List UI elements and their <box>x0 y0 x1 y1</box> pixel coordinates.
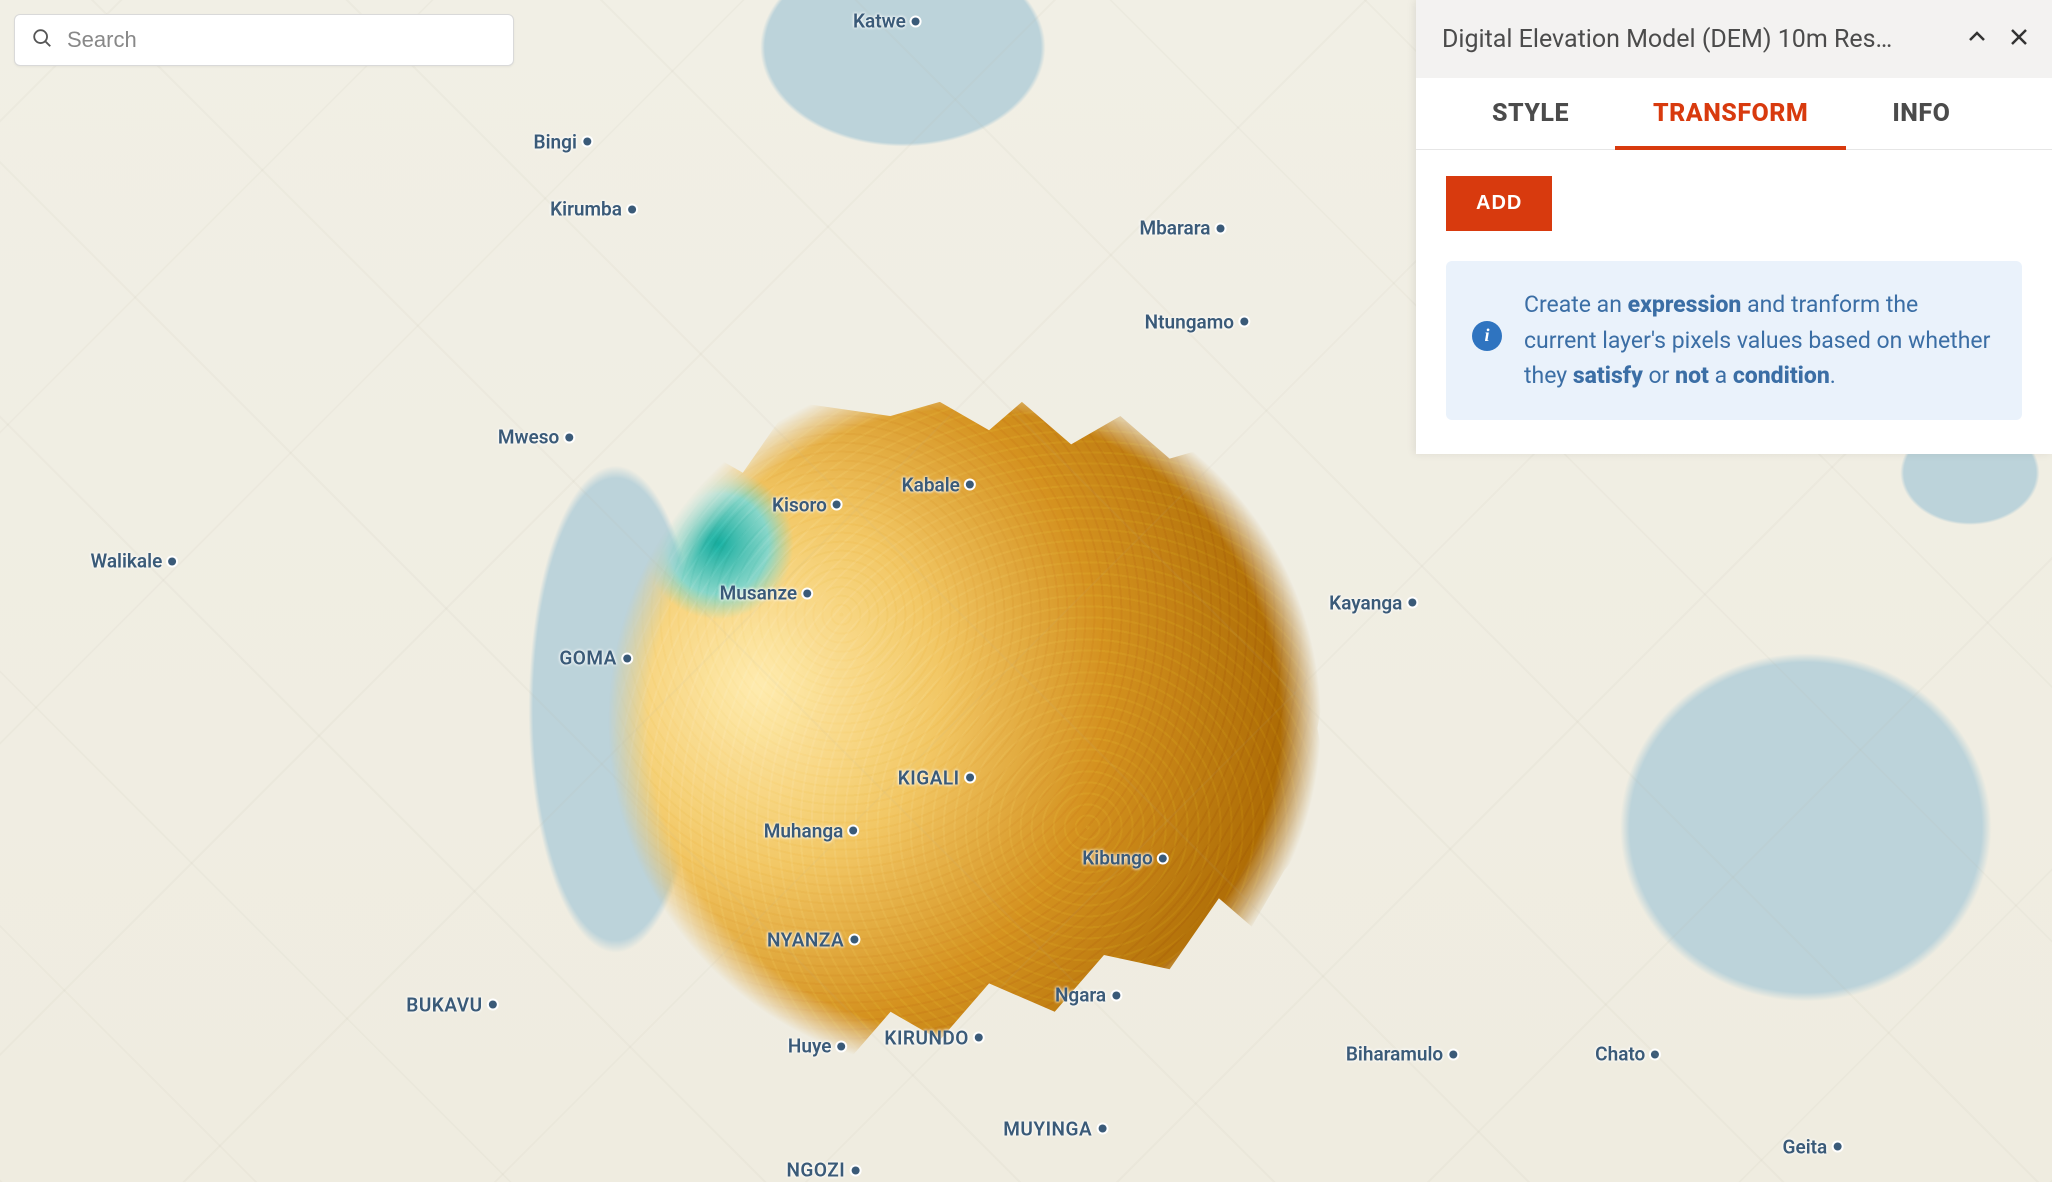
place-marker-icon <box>966 774 974 782</box>
chevron-up-icon <box>1965 25 1989 53</box>
add-button[interactable]: ADD <box>1446 176 1552 231</box>
place-marker-icon <box>1098 1125 1106 1133</box>
place-marker-icon <box>849 827 857 835</box>
place-label: Musanze <box>720 582 812 605</box>
panel-body: ADD i Create an expression and tranform … <box>1416 150 2052 454</box>
tab-transform[interactable]: TRANSFORM <box>1615 78 1846 149</box>
place-label: Chato <box>1595 1043 1659 1066</box>
info-text: Create an expression and tranform the cu… <box>1524 287 1992 394</box>
place-label: Huye <box>788 1035 846 1058</box>
place-marker-icon <box>975 1034 983 1042</box>
place-label: Katwe <box>853 10 920 33</box>
place-marker-icon <box>850 936 858 944</box>
collapse-button[interactable] <box>1962 24 1992 54</box>
place-marker-icon <box>1408 599 1416 607</box>
place-marker-icon <box>1159 854 1167 862</box>
close-button[interactable] <box>2004 24 2034 54</box>
place-label: Ngara <box>1055 984 1120 1007</box>
place-marker-icon <box>1651 1050 1659 1058</box>
place-marker-icon <box>837 1042 845 1050</box>
panel-title: Digital Elevation Model (DEM) 10m Res… <box>1442 25 1950 54</box>
place-label: BUKAVU <box>406 993 496 1016</box>
place-label: Biharamulo <box>1346 1043 1457 1066</box>
info-icon: i <box>1472 321 1502 351</box>
place-marker-icon <box>1112 991 1120 999</box>
place-marker-icon <box>1449 1050 1457 1058</box>
place-label: Walikale <box>90 550 176 573</box>
place-label: GOMA <box>559 647 631 670</box>
place-label: Kisoro <box>772 493 841 516</box>
place-label: Ntungamo <box>1145 310 1248 333</box>
search-icon <box>31 27 53 53</box>
place-label: Kirumba <box>550 198 636 221</box>
place-label: KIGALI <box>898 766 974 789</box>
place-marker-icon <box>851 1166 859 1174</box>
place-marker-icon <box>168 557 176 565</box>
place-label: Mbarara <box>1139 217 1224 240</box>
place-label: Geita <box>1783 1135 1842 1158</box>
place-label: Kabale <box>902 473 974 496</box>
place-label: MUYINGA <box>1003 1117 1106 1140</box>
place-marker-icon <box>1216 224 1224 232</box>
place-marker-icon <box>489 1001 497 1009</box>
place-marker-icon <box>565 433 573 441</box>
panel-tabs: STYLE TRANSFORM INFO <box>1416 78 2052 150</box>
tab-info[interactable]: INFO <box>1854 78 1988 149</box>
place-label: Mweso <box>498 426 573 449</box>
place-marker-icon <box>628 205 636 213</box>
place-label: NYANZA <box>767 928 858 951</box>
place-label: Bingi <box>534 130 591 153</box>
place-label: Muhanga <box>764 819 858 842</box>
place-label: NGOZI <box>786 1159 859 1182</box>
layer-panel: Digital Elevation Model (DEM) 10m Res… S… <box>1416 0 2052 454</box>
place-marker-icon <box>966 481 974 489</box>
place-label: Kayanga <box>1329 591 1416 614</box>
place-marker-icon <box>1833 1143 1841 1151</box>
search-input[interactable] <box>67 27 497 53</box>
search-box[interactable] <box>14 14 514 66</box>
dem-raster-layer <box>513 402 1334 1111</box>
place-marker-icon <box>583 138 591 146</box>
place-label: KIRUNDO <box>884 1026 982 1049</box>
place-marker-icon <box>833 501 841 509</box>
place-marker-icon <box>803 589 811 597</box>
place-marker-icon <box>623 654 631 662</box>
place-marker-icon <box>912 17 920 25</box>
place-label: Kibungo <box>1082 847 1166 870</box>
info-box: i Create an expression and tranform the … <box>1446 261 2022 420</box>
place-marker-icon <box>1240 318 1248 326</box>
tab-style[interactable]: STYLE <box>1454 78 1607 149</box>
panel-header: Digital Elevation Model (DEM) 10m Res… <box>1416 0 2052 78</box>
close-icon <box>2007 25 2031 53</box>
